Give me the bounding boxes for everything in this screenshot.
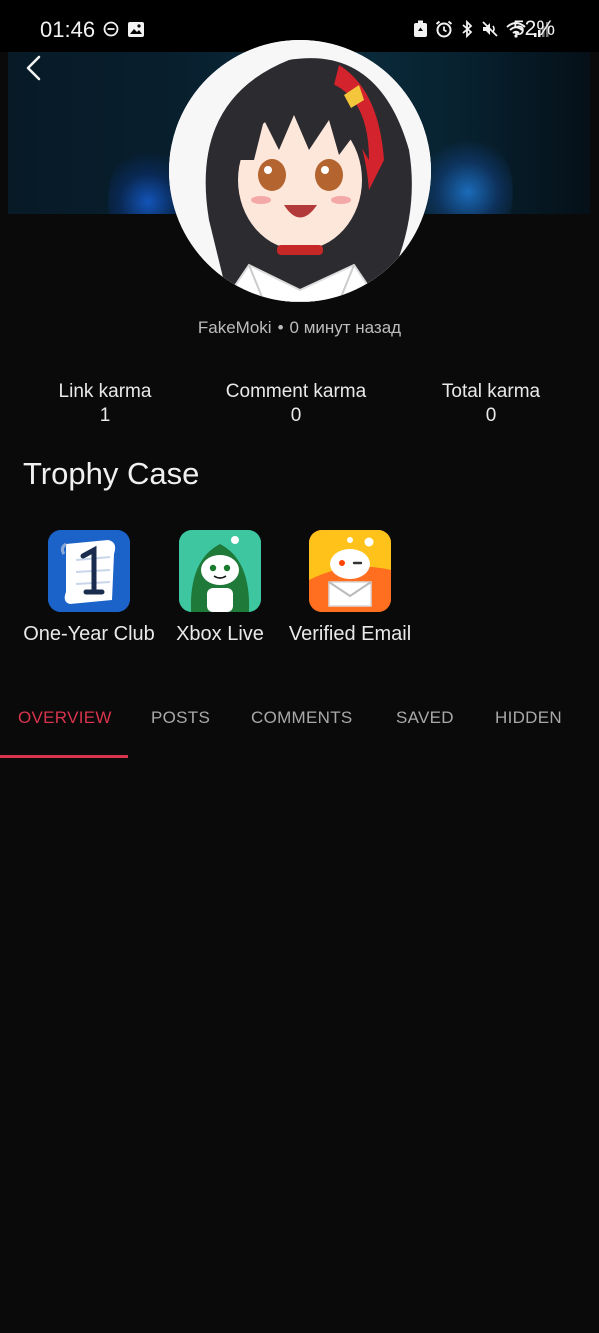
avatar[interactable] <box>169 40 431 302</box>
comment-karma: Comment karma 0 <box>220 380 372 428</box>
gallery-icon <box>128 22 144 37</box>
status-time: 01:46 <box>40 17 96 42</box>
trophy-verified-email[interactable]: Verified Email <box>284 530 416 646</box>
xbox-live-icon <box>179 530 261 612</box>
recycle-icon <box>414 20 427 37</box>
alarm-icon <box>435 20 453 38</box>
link-karma: Link karma 1 <box>55 380 155 428</box>
do-not-disturb-icon <box>103 21 119 37</box>
bluetooth-icon <box>462 20 473 38</box>
active-tab-indicator <box>0 755 128 758</box>
chevron-left-icon <box>26 55 41 81</box>
karma-row: Link karma 1 Comment karma 0 Total karma… <box>0 380 599 440</box>
back-button[interactable] <box>20 54 50 84</box>
trophy-label: Verified Email <box>288 623 412 645</box>
karma-value: 1 <box>99 405 111 426</box>
verified-email-icon <box>309 530 391 612</box>
tab-saved[interactable]: SAVED <box>396 708 454 728</box>
tab-overview[interactable]: OVERVIEW <box>18 708 112 728</box>
profile-tabs: OVERVIEW POSTS COMMENTS SAVED HIDDEN <box>0 690 599 758</box>
user-meta: FakeMoki • 0 минут назад <box>0 318 599 338</box>
tab-posts[interactable]: POSTS <box>151 708 210 728</box>
karma-label: Comment karma <box>225 381 367 402</box>
total-karma: Total karma 0 <box>437 380 545 428</box>
one-year-club-icon <box>48 530 130 612</box>
trophy-one-year-club[interactable]: One-Year Club <box>23 530 155 646</box>
tab-comments[interactable]: COMMENTS <box>251 708 353 728</box>
trophy-label: Xbox Live <box>176 623 264 645</box>
trophy-xbox-live[interactable]: Xbox Live <box>170 530 270 646</box>
karma-value: 0 <box>290 405 302 426</box>
mute-icon <box>482 21 498 37</box>
separator-dot: • <box>277 318 284 337</box>
karma-value: 0 <box>485 405 497 426</box>
karma-label: Total karma <box>441 381 541 402</box>
trophy-case-title: Trophy Case <box>23 456 200 491</box>
avatar-image <box>169 40 431 302</box>
battery-level: 52% <box>512 17 555 40</box>
username: FakeMoki <box>197 318 272 337</box>
trophy-label: One-Year Club <box>23 623 155 645</box>
joined-time: 0 минут назад <box>289 318 402 337</box>
tab-hidden[interactable]: HIDDEN <box>495 708 562 728</box>
karma-label: Link karma <box>58 381 152 402</box>
